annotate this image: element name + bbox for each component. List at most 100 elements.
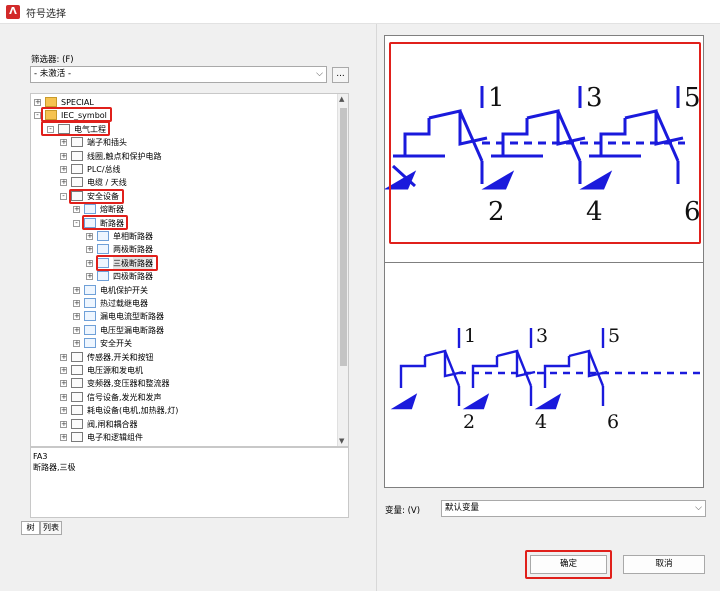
tree-item[interactable]: + 阀,闸和耦合器 bbox=[31, 418, 336, 431]
tree-item[interactable]: + 电压型漏电断路器 bbox=[31, 324, 336, 337]
tree-item[interactable]: + 电缆 / 天线 bbox=[31, 176, 336, 189]
tree-item-label: 线圈,触点和保护电路 bbox=[87, 151, 162, 161]
expand-icon[interactable]: + bbox=[73, 340, 80, 348]
tree-item[interactable]: + 端子和插头 bbox=[31, 136, 336, 149]
expand-icon[interactable]: + bbox=[60, 179, 67, 187]
expand-icon[interactable]: + bbox=[60, 420, 67, 428]
scroll-down-icon[interactable]: ▼ bbox=[339, 437, 344, 445]
tree-item[interactable]: + 两极断路器 bbox=[31, 243, 336, 256]
tree-item-label: 四极断路器 bbox=[113, 272, 153, 282]
tree-item[interactable]: + 电子和逻辑组件 bbox=[31, 431, 336, 444]
expand-icon[interactable]: + bbox=[34, 99, 41, 106]
title-bar: Λ 符号选择 bbox=[0, 0, 720, 24]
symbol-group-icon bbox=[84, 284, 96, 295]
tree-item[interactable]: + PLC/总线 bbox=[31, 163, 336, 176]
collapse-icon[interactable]: - bbox=[60, 192, 67, 200]
expand-icon[interactable]: + bbox=[60, 353, 67, 361]
pin-label: 4 bbox=[535, 411, 547, 433]
expand-icon[interactable]: + bbox=[73, 313, 80, 321]
tree-item-label: 电压型漏电断路器 bbox=[100, 325, 164, 335]
expand-icon[interactable]: + bbox=[60, 407, 67, 415]
panel-divider[interactable] bbox=[376, 24, 377, 591]
tree-item[interactable]: + 变频器,变压器和整流器 bbox=[31, 377, 336, 390]
symbol-group-icon bbox=[71, 164, 83, 174]
tree-item[interactable]: + 信号设备,发光和发声 bbox=[31, 391, 336, 404]
symbol-group-icon bbox=[71, 177, 83, 188]
highlight-breaker bbox=[82, 215, 128, 230]
expand-icon[interactable]: + bbox=[60, 380, 67, 388]
pin-label: 6 bbox=[607, 411, 619, 433]
symbol-group-icon bbox=[71, 365, 83, 375]
tree-item[interactable]: + 安全开关 bbox=[31, 337, 336, 350]
symbol-tree[interactable]: + SPECIAL - IEC_symbol - 电气工程 + 端子和插头 + 线圈,触点和保护电… bbox=[30, 93, 349, 447]
filter-more-button[interactable]: ... bbox=[332, 67, 349, 83]
expand-icon[interactable]: + bbox=[60, 152, 67, 160]
pin-label: 5 bbox=[608, 325, 620, 347]
symbol-group-icon bbox=[84, 298, 96, 308]
tree-item[interactable]: + 三极断路器 bbox=[31, 256, 336, 270]
tree-item[interactable]: + 漏电电流型断路器 bbox=[31, 310, 336, 323]
symbol-group-icon bbox=[71, 432, 83, 442]
expand-icon[interactable]: + bbox=[60, 393, 67, 401]
tab-tree[interactable]: 树 bbox=[21, 521, 40, 535]
filter-select[interactable]: - 未激活 - ⌵ bbox=[30, 66, 327, 83]
scroll-up-icon[interactable]: ▲ bbox=[339, 95, 344, 103]
tree-item-label: 变频器,变压器和整流器 bbox=[87, 379, 170, 389]
tree-item[interactable]: + 传感器,开关和按钮 bbox=[31, 351, 336, 364]
expand-icon[interactable]: + bbox=[86, 273, 93, 281]
expand-icon[interactable]: + bbox=[86, 246, 93, 254]
tree-item[interactable]: + 热过载继电器 bbox=[31, 297, 336, 310]
folder-icon bbox=[45, 97, 57, 107]
expand-icon[interactable]: + bbox=[73, 300, 80, 307]
tree-item-label: 阀,闸和耦合器 bbox=[87, 419, 138, 429]
expand-icon[interactable]: + bbox=[86, 259, 93, 267]
chevron-down-icon[interactable]: ⌵ bbox=[695, 501, 702, 516]
highlight-electrical bbox=[41, 121, 110, 136]
tree-item-label: 传感器,开关和按钮 bbox=[87, 352, 154, 362]
tree-item-label: 端子和插头 bbox=[87, 138, 127, 148]
tree-item[interactable]: + 单相断路器 bbox=[31, 230, 336, 243]
highlight-preview bbox=[389, 42, 701, 244]
pin-label: 3 bbox=[536, 325, 548, 347]
tree-item[interactable]: + 四极断路器 bbox=[31, 270, 336, 283]
tree-item[interactable]: + 线圈,触点和保护电路 bbox=[31, 150, 336, 163]
symbol-info: FA3 断路器,三极 bbox=[30, 447, 349, 518]
expand-icon[interactable]: + bbox=[86, 233, 93, 240]
expand-icon[interactable]: + bbox=[60, 139, 67, 147]
symbol-group-icon bbox=[97, 271, 109, 282]
symbol-group-icon bbox=[84, 324, 96, 335]
symbol-group-icon bbox=[97, 231, 109, 241]
chevron-down-icon[interactable]: ⌵ bbox=[316, 67, 323, 82]
cancel-button[interactable]: 取消 bbox=[623, 555, 705, 574]
symbol-code: FA3 bbox=[33, 452, 48, 461]
symbol-group-icon bbox=[84, 311, 96, 322]
tree-item[interactable]: + 电压源和发电机 bbox=[31, 364, 336, 377]
tree-item[interactable]: + 电机保护开关 bbox=[31, 284, 336, 297]
bottom-pin-labels: 1 3 5 2 4 6 bbox=[463, 325, 620, 433]
collapse-icon[interactable]: - bbox=[73, 219, 80, 227]
expand-icon[interactable]: + bbox=[73, 206, 80, 214]
tree-item-label: 电压源和发电机 bbox=[87, 366, 143, 375]
tree-item[interactable]: - 断路器 bbox=[31, 217, 336, 230]
symbol-group-icon bbox=[71, 150, 83, 161]
tree-item-label: PLC/总线 bbox=[87, 165, 121, 174]
preview-separator bbox=[385, 262, 704, 263]
variant-label: 变量: (V) bbox=[385, 506, 421, 516]
symbol-group-icon bbox=[71, 418, 83, 429]
tree-scrollbar[interactable]: ▲ ▼ bbox=[337, 94, 348, 446]
bottom-symbol bbox=[390, 328, 703, 410]
filter-label: 筛选器: (F) bbox=[31, 55, 74, 65]
scroll-thumb[interactable] bbox=[340, 108, 347, 366]
expand-icon[interactable]: + bbox=[60, 434, 67, 441]
expand-icon[interactable]: + bbox=[60, 166, 67, 173]
expand-icon[interactable]: + bbox=[60, 367, 67, 374]
tree-item[interactable]: + 耗电设备(电机,加热器,灯) bbox=[31, 404, 336, 417]
tree-item-label: 热过载继电器 bbox=[100, 299, 148, 308]
tab-list[interactable]: 列表 bbox=[40, 521, 62, 535]
tree-item[interactable]: + 熔断器 bbox=[31, 203, 336, 216]
collapse-icon[interactable]: - bbox=[34, 112, 41, 120]
expand-icon[interactable]: + bbox=[73, 286, 80, 294]
highlight-iec-symbol bbox=[41, 107, 112, 122]
expand-icon[interactable]: + bbox=[73, 326, 80, 334]
variant-select[interactable]: 默认变量 ⌵ bbox=[441, 500, 706, 517]
